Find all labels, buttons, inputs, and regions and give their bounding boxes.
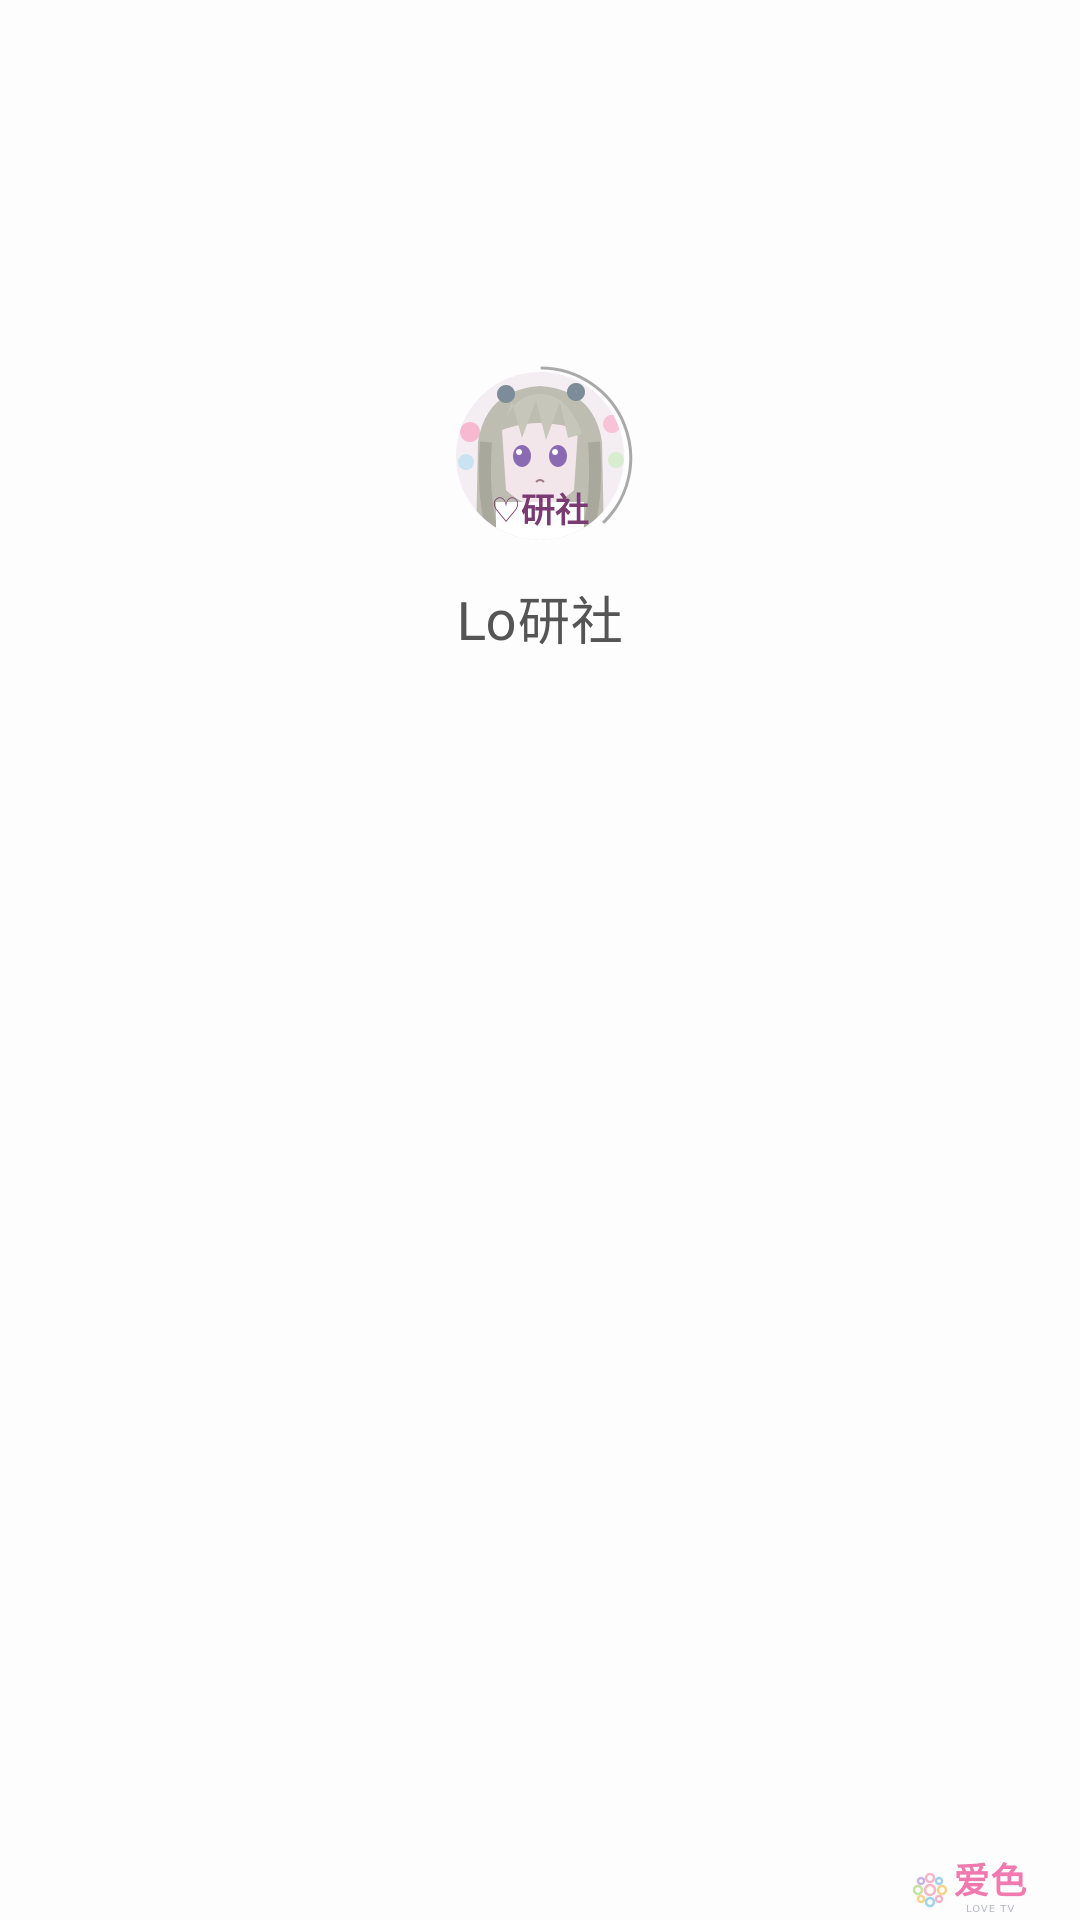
brand-watermark: 爱色 LOVE TV — [910, 1860, 1040, 1920]
app-name-title: Lo研社 — [456, 593, 624, 653]
avatar-container: ♡研社 — [444, 360, 640, 556]
brand-label: 爱色 — [954, 1861, 1029, 1902]
splash-screen: ♡研社 Lo研社 爱色 LOVE TV — [0, 0, 1080, 1920]
brand-sub-label: LOVE TV — [966, 1904, 1016, 1915]
loading-spinner-icon — [540, 366, 633, 524]
flower-icon — [912, 1872, 948, 1908]
